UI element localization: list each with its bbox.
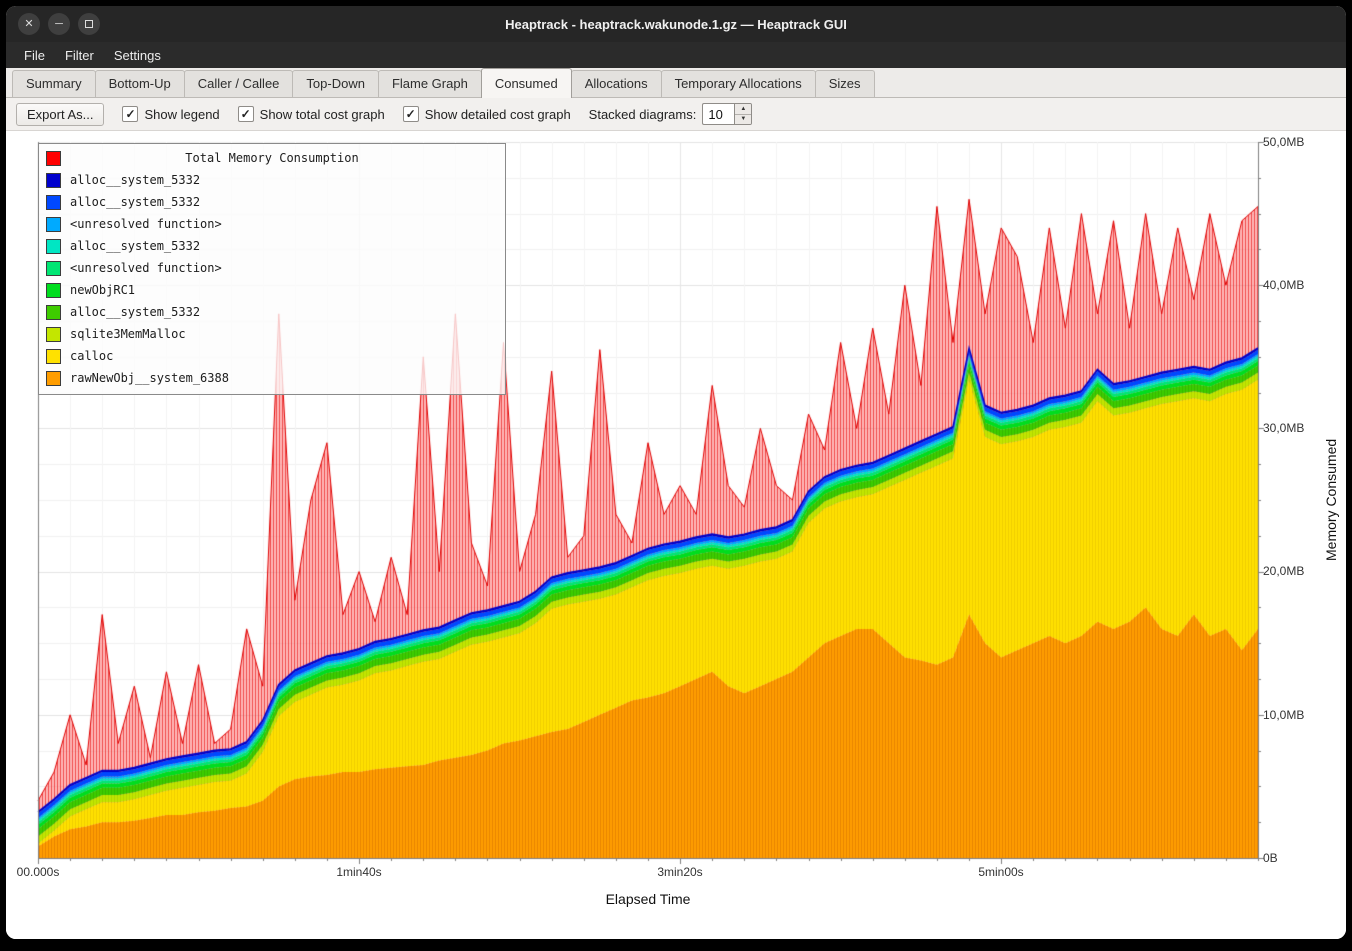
show-legend-checkbox[interactable]: ✓ [122, 106, 138, 122]
window-controls: ✕ ─ [18, 6, 100, 42]
y-tick-label: 40,0MB [1263, 278, 1304, 292]
titlebar: ✕ ─ Heaptrack - heaptrack.wakunode.1.gz … [6, 6, 1346, 42]
minimize-button[interactable]: ─ [48, 13, 70, 35]
tab-top-down[interactable]: Top-Down [292, 70, 379, 97]
chart-legend: Total Memory Consumption alloc__system_5… [38, 143, 506, 395]
spin-buttons: ▲ ▼ [734, 103, 752, 125]
spin-up-button[interactable]: ▲ [735, 104, 751, 115]
stacked-diagrams-input[interactable] [702, 103, 734, 125]
y-tick-label: 10,0MB [1263, 708, 1304, 722]
tab-temporary-allocations[interactable]: Temporary Allocations [661, 70, 816, 97]
spin-down-button[interactable]: ▼ [735, 115, 751, 125]
legend-swatch [46, 349, 61, 364]
legend-swatch [46, 195, 61, 210]
legend-swatch [46, 327, 61, 342]
legend-label: calloc [70, 349, 113, 363]
close-button[interactable]: ✕ [18, 13, 40, 35]
menu-file[interactable]: File [14, 42, 55, 68]
legend-item: calloc [46, 345, 498, 367]
legend-label: rawNewObj__system_6388 [70, 371, 229, 385]
legend-item: alloc__system_5332 [46, 169, 498, 191]
legend-label: <unresolved function> [70, 261, 222, 275]
tab-caller-callee[interactable]: Caller / Callee [184, 70, 294, 97]
maximize-icon [85, 20, 93, 28]
x-tick-label: 1min40s [309, 865, 409, 879]
legend-swatch [46, 261, 61, 276]
toolbar: Export As... ✓ Show legend ✓ Show total … [6, 98, 1346, 130]
tab-summary[interactable]: Summary [12, 70, 96, 97]
x-tick-label: 00.000s [6, 865, 88, 879]
app-window: ✕ ─ Heaptrack - heaptrack.wakunode.1.gz … [6, 6, 1346, 939]
legend-item: sqlite3MemMalloc [46, 323, 498, 345]
maximize-button[interactable] [78, 13, 100, 35]
legend-title: Total Memory Consumption [185, 151, 358, 165]
legend-label: sqlite3MemMalloc [70, 327, 186, 341]
consumed-chart-pane: Total Memory Consumption alloc__system_5… [6, 130, 1346, 939]
legend-label: alloc__system_5332 [70, 195, 200, 209]
tab-bottom-up[interactable]: Bottom-Up [95, 70, 185, 97]
tab-consumed[interactable]: Consumed [481, 68, 572, 98]
x-axis-title: Elapsed Time [38, 891, 1258, 907]
legend-item: <unresolved function> [46, 257, 498, 279]
legend-swatch [46, 239, 61, 254]
legend-label: alloc__system_5332 [70, 173, 200, 187]
x-tick-label: 5min00s [951, 865, 1051, 879]
legend-label: newObjRC1 [70, 283, 135, 297]
legend-label: alloc__system_5332 [70, 239, 200, 253]
legend-label: alloc__system_5332 [70, 305, 200, 319]
export-as-button[interactable]: Export As... [16, 103, 104, 126]
show-total-cost-checkbox-row: ✓ Show total cost graph [238, 106, 385, 122]
legend-swatch [46, 283, 61, 298]
minimize-icon: ─ [55, 19, 63, 30]
window-title: Heaptrack - heaptrack.wakunode.1.gz — He… [505, 17, 847, 32]
legend-swatch [46, 305, 61, 320]
show-total-cost-checkbox[interactable]: ✓ [238, 106, 254, 122]
menubar: File Filter Settings [6, 42, 1346, 68]
legend-swatch-total [46, 151, 61, 166]
legend-label: <unresolved function> [70, 217, 222, 231]
menu-filter[interactable]: Filter [55, 42, 104, 68]
show-detailed-cost-checkbox-row: ✓ Show detailed cost graph [403, 106, 571, 122]
show-detailed-cost-checkbox[interactable]: ✓ [403, 106, 419, 122]
y-tick-label: 50,0MB [1263, 135, 1304, 149]
spin-down-icon: ▼ [740, 116, 746, 122]
y-tick-label: 30,0MB [1263, 421, 1304, 435]
legend-item: newObjRC1 [46, 279, 498, 301]
tab-flame-graph[interactable]: Flame Graph [378, 70, 482, 97]
legend-item: alloc__system_5332 [46, 301, 498, 323]
show-total-cost-label: Show total cost graph [260, 107, 385, 122]
legend-item: alloc__system_5332 [46, 235, 498, 257]
stacked-diagrams-label: Stacked diagrams: [589, 107, 697, 122]
y-tick-label: 0B [1263, 851, 1278, 865]
menu-settings[interactable]: Settings [104, 42, 171, 68]
legend-swatch [46, 173, 61, 188]
legend-swatch [46, 217, 61, 232]
y-axis-title: Memory Consumed [1320, 142, 1342, 858]
legend-item: rawNewObj__system_6388 [46, 367, 498, 389]
legend-item: alloc__system_5332 [46, 191, 498, 213]
show-detailed-cost-label: Show detailed cost graph [425, 107, 571, 122]
close-icon: ✕ [24, 19, 33, 30]
legend-title-row: Total Memory Consumption [46, 147, 498, 169]
show-legend-checkbox-row: ✓ Show legend [122, 106, 219, 122]
show-legend-label: Show legend [144, 107, 219, 122]
legend-item: <unresolved function> [46, 213, 498, 235]
y-tick-label: 20,0MB [1263, 564, 1304, 578]
tab-allocations[interactable]: Allocations [571, 70, 662, 97]
tabbar: Summary Bottom-Up Caller / Callee Top-Do… [6, 68, 1346, 98]
stacked-diagrams-control: Stacked diagrams: ▲ ▼ [589, 103, 753, 125]
tab-sizes[interactable]: Sizes [815, 70, 875, 97]
stacked-diagrams-spinbox: ▲ ▼ [702, 103, 752, 125]
legend-swatch [46, 371, 61, 386]
x-tick-label: 3min20s [630, 865, 730, 879]
spin-up-icon: ▲ [740, 106, 746, 112]
